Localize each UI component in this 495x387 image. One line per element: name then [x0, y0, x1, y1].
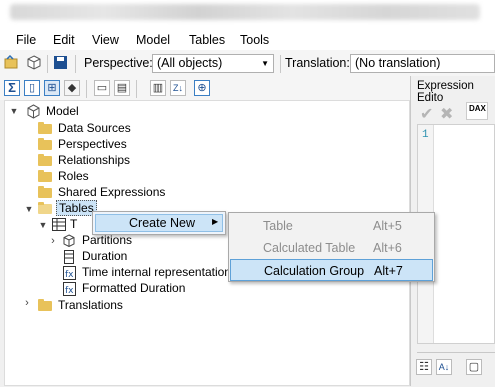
menu-item-label: Table [263, 219, 293, 233]
hidden-objects-icon[interactable]: ▭ [94, 80, 110, 96]
translate-icon[interactable]: ⊕ [194, 80, 210, 96]
toolbar-separator [47, 55, 48, 73]
menu-tools[interactable]: Tools [240, 33, 269, 47]
tree-node-duration[interactable]: Duration [82, 248, 127, 264]
menu-file[interactable]: File [16, 33, 36, 47]
tree-node-translations[interactable]: Translations [58, 297, 123, 313]
folder-icon [38, 122, 52, 134]
create-new-submenu: Table Alt+5 Calculated Table Alt+6 Calcu… [228, 212, 435, 282]
perspective-select[interactable]: (All objects) ▼ [152, 54, 274, 73]
categorized-icon[interactable]: ☷ [416, 359, 432, 375]
menu-view[interactable]: View [92, 33, 119, 47]
tree-node-shared-expressions[interactable]: Shared Expressions [58, 184, 165, 200]
menu-item-create-new[interactable]: Create New ▶ [95, 214, 223, 232]
menu-item-label: Calculated Table [263, 241, 356, 255]
toolbar-separator [75, 55, 76, 73]
menu-item-shortcut: Alt+7 [374, 264, 403, 278]
translation-value: (No translation) [355, 56, 441, 70]
toolbar-separator [86, 80, 87, 98]
tree-node-relationships[interactable]: Relationships [58, 152, 130, 168]
tree-node-tables[interactable]: Tables [56, 200, 97, 216]
toolbar-separator [280, 55, 281, 73]
tree-node-formatted-duration[interactable]: Formatted Duration [82, 280, 185, 296]
translation-select[interactable]: (No translation) [350, 54, 495, 73]
column-icon[interactable]: ▯ [24, 80, 40, 96]
translation-label: Translation: [285, 56, 350, 70]
chevron-right-icon[interactable]: › [48, 235, 58, 247]
calculated-column-icon: fx [63, 282, 76, 296]
cancel-icon[interactable]: ✖ [440, 104, 453, 124]
chevron-right-icon: ▶ [212, 217, 219, 226]
dax-formatter-button[interactable]: DAX [466, 102, 488, 120]
tree-node-perspectives[interactable]: Perspectives [58, 136, 127, 152]
menu-tables[interactable]: Tables [189, 33, 225, 47]
folder-icon [38, 138, 52, 150]
tree-node-data-sources[interactable]: Data Sources [58, 120, 131, 136]
svg-text:fx: fx [65, 270, 74, 280]
open-icon[interactable] [4, 55, 20, 71]
partitions-icon [63, 234, 75, 247]
toolbar-separator [136, 80, 137, 98]
expression-editor-title: Expression Edito [417, 80, 474, 104]
tree-node-model[interactable]: Model [46, 103, 79, 119]
model-icon [27, 104, 40, 119]
folder-view-icon[interactable]: ▤ [114, 80, 130, 96]
chevron-down-icon: ▼ [261, 59, 269, 68]
menu-item-shortcut: Alt+6 [373, 241, 402, 255]
folder-icon [38, 299, 52, 311]
property-pages-icon[interactable]: ▢ [466, 359, 482, 375]
model-cube-icon[interactable] [26, 55, 42, 71]
chevron-down-icon[interactable]: ▼ [24, 204, 34, 214]
menu-item-shortcut: Alt+5 [373, 219, 402, 233]
dax-label: DAX [469, 104, 486, 113]
line-number: 1 [422, 129, 429, 141]
menu-item-calculated-table[interactable]: Calculated Table Alt+6 [229, 237, 434, 259]
menu-edit[interactable]: Edit [53, 33, 75, 47]
title-bar [0, 0, 495, 30]
chevron-down-icon[interactable]: ▼ [9, 106, 19, 116]
perspective-value: (All objects) [157, 56, 223, 70]
svg-text:fx: fx [65, 286, 74, 296]
context-menu: Create New ▶ [92, 211, 226, 235]
hierarchy-icon[interactable]: ⊞ [44, 80, 60, 96]
folder-icon [38, 154, 52, 166]
chevron-right-icon[interactable]: › [22, 297, 32, 309]
accept-icon[interactable]: ✔ [420, 104, 433, 124]
blurred-window-title [10, 4, 480, 20]
folder-icon [38, 170, 52, 182]
cube-icon[interactable]: ◆ [64, 80, 80, 96]
sort-az-icon[interactable]: Z↓ [170, 80, 186, 96]
calculated-column-icon: fx [63, 266, 76, 280]
column-icon [64, 250, 74, 264]
table-icon [52, 218, 66, 231]
folder-open-icon [38, 202, 52, 214]
columns-icon[interactable]: ▥ [150, 80, 166, 96]
save-icon[interactable] [53, 55, 69, 71]
menu-item-calculation-group[interactable]: Calculation Group Alt+7 [230, 259, 433, 281]
tree-node-time-internal-representation[interactable]: Time internal representation [82, 264, 231, 280]
menu-model[interactable]: Model [136, 33, 170, 47]
sigma-icon[interactable]: Σ [4, 80, 20, 96]
tree-node-roles[interactable]: Roles [58, 168, 89, 184]
create-new-label: Create New [129, 216, 195, 230]
sort-alpha-icon[interactable]: A↓ [436, 359, 452, 375]
menu-item-label: Calculation Group [264, 264, 365, 278]
perspective-label: Perspective: [84, 56, 153, 70]
chevron-down-icon[interactable]: ▼ [38, 220, 48, 230]
menu-item-table[interactable]: Table Alt+5 [229, 215, 434, 237]
folder-icon [38, 186, 52, 198]
tree-node-table[interactable]: T [70, 216, 77, 232]
